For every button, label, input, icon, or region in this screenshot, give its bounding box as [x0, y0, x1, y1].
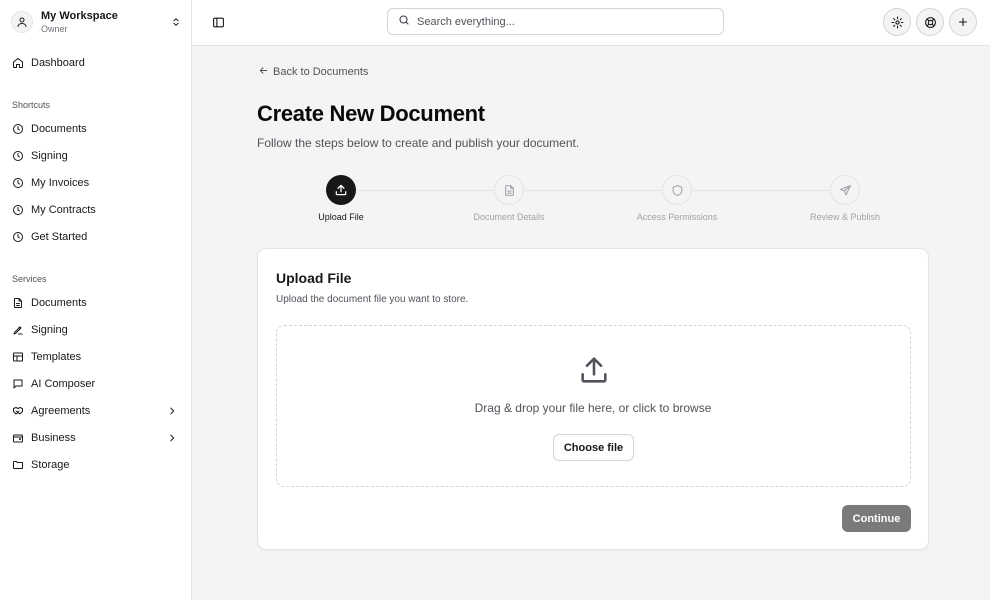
add-button[interactable] [949, 8, 977, 36]
user-icon [11, 11, 33, 33]
sidebar-item-label: My Invoices [31, 177, 90, 189]
search-box[interactable] [387, 8, 724, 35]
sidebar-item-shortcut-contracts[interactable]: My Contracts [6, 199, 184, 221]
step-access-permissions [662, 175, 692, 205]
sidebar-item-label: Business [31, 432, 76, 444]
sidebar-item-label: Signing [31, 150, 68, 162]
panel-left-icon [212, 17, 224, 27]
top-bar [192, 0, 990, 46]
step-review-publish [830, 175, 860, 205]
folder-icon [12, 459, 24, 471]
workspace-switcher[interactable]: My Workspace Owner [11, 8, 183, 36]
home-icon [12, 57, 24, 69]
step-label-document-details: Document Details [473, 212, 545, 222]
workspace-text: My Workspace Owner [41, 10, 169, 35]
file-text-icon [504, 184, 514, 196]
back-link-label: Back to Documents [273, 66, 369, 78]
clock-icon [12, 204, 24, 216]
sidebar: My Workspace Owner Dashboard Shortcuts D… [0, 0, 192, 600]
signature-icon [12, 324, 24, 336]
back-to-documents-link[interactable]: Back to Documents [258, 65, 368, 79]
sidebar-item-shortcut-signing[interactable]: Signing [6, 145, 184, 167]
sidebar-item-label: Agreements [31, 405, 91, 417]
arrow-left-icon [258, 65, 269, 79]
sidebar-item-business[interactable]: Business [6, 427, 184, 449]
chevrons-up-down-icon [169, 15, 183, 29]
search-icon [398, 13, 410, 31]
continue-button[interactable]: Continue [842, 505, 911, 532]
sidebar-item-label: Storage [31, 459, 70, 471]
upload-file-card: Upload File Upload the document file you… [257, 248, 929, 550]
send-icon [839, 184, 851, 195]
chevron-right-icon [166, 405, 178, 417]
sidebar-item-label: Signing [31, 324, 68, 336]
sidebar-item-label: Documents [31, 123, 87, 135]
step-label-access-permissions: Access Permissions [636, 212, 718, 222]
sidebar-item-label: Get Started [31, 231, 88, 243]
chevron-right-icon [166, 432, 178, 444]
sidebar-item-shortcut-get-started[interactable]: Get Started [6, 226, 184, 248]
step-connector [356, 190, 494, 191]
sidebar-item-agreements[interactable]: Agreements [6, 400, 184, 422]
file-dropzone[interactable]: Drag & drop your file here, or click to … [276, 325, 911, 487]
clock-icon [12, 123, 24, 135]
step-upload-file [326, 175, 356, 205]
sidebar-item-label: Documents [31, 297, 87, 309]
message-icon [12, 378, 24, 390]
sidebar-item-shortcut-invoices[interactable]: My Invoices [6, 172, 184, 194]
wallet-icon [12, 432, 24, 444]
sidebar-item-ai-composer[interactable]: AI Composer [6, 373, 184, 395]
step-connector [692, 190, 830, 191]
upload-icon [576, 352, 612, 388]
plus-icon [958, 17, 968, 27]
support-button[interactable] [916, 8, 944, 36]
card-description: Upload the document file you want to sto… [276, 294, 469, 305]
clock-icon [12, 150, 24, 162]
settings-button[interactable] [883, 8, 911, 36]
page-subtitle: Follow the steps below to create and pub… [257, 136, 580, 150]
sidebar-item-signing[interactable]: Signing [6, 319, 184, 341]
layout-icon [12, 351, 24, 363]
sidebar-item-label: Dashboard [31, 57, 85, 69]
page-title: Create New Document [257, 101, 485, 126]
sidebar-item-storage[interactable]: Storage [6, 454, 184, 476]
clock-icon [12, 177, 24, 189]
upload-icon [335, 184, 347, 196]
sidebar-item-templates[interactable]: Templates [6, 346, 184, 368]
step-document-details [494, 175, 524, 205]
sidebar-item-label: Templates [31, 351, 82, 363]
support-icon [924, 16, 936, 28]
gear-icon [891, 16, 903, 28]
step-connector [524, 190, 662, 191]
card-title: Upload File [276, 270, 352, 286]
step-label-review-publish: Review & Publish [809, 212, 881, 222]
sidebar-item-label: My Contracts [31, 204, 96, 216]
choose-file-button[interactable]: Choose file [553, 434, 634, 461]
shield-icon [672, 184, 682, 196]
dropzone-text: Drag & drop your file here, or click to … [474, 401, 712, 415]
sidebar-toggle-button[interactable] [208, 12, 228, 32]
clock-icon [12, 231, 24, 243]
handshake-icon [12, 405, 24, 417]
sidebar-item-shortcut-documents[interactable]: Documents [6, 118, 184, 140]
sidebar-item-dashboard[interactable]: Dashboard [6, 52, 184, 74]
file-text-icon [12, 297, 24, 309]
section-label-shortcuts: Shortcuts [12, 100, 51, 110]
workspace-role: Owner [41, 23, 68, 34]
workspace-name: My Workspace [41, 9, 118, 22]
sidebar-item-label: AI Composer [31, 378, 96, 390]
step-label-upload-file: Upload File [318, 212, 364, 222]
search-input[interactable] [417, 15, 697, 28]
sidebar-item-documents[interactable]: Documents [6, 292, 184, 314]
section-label-services: Services [12, 274, 47, 284]
